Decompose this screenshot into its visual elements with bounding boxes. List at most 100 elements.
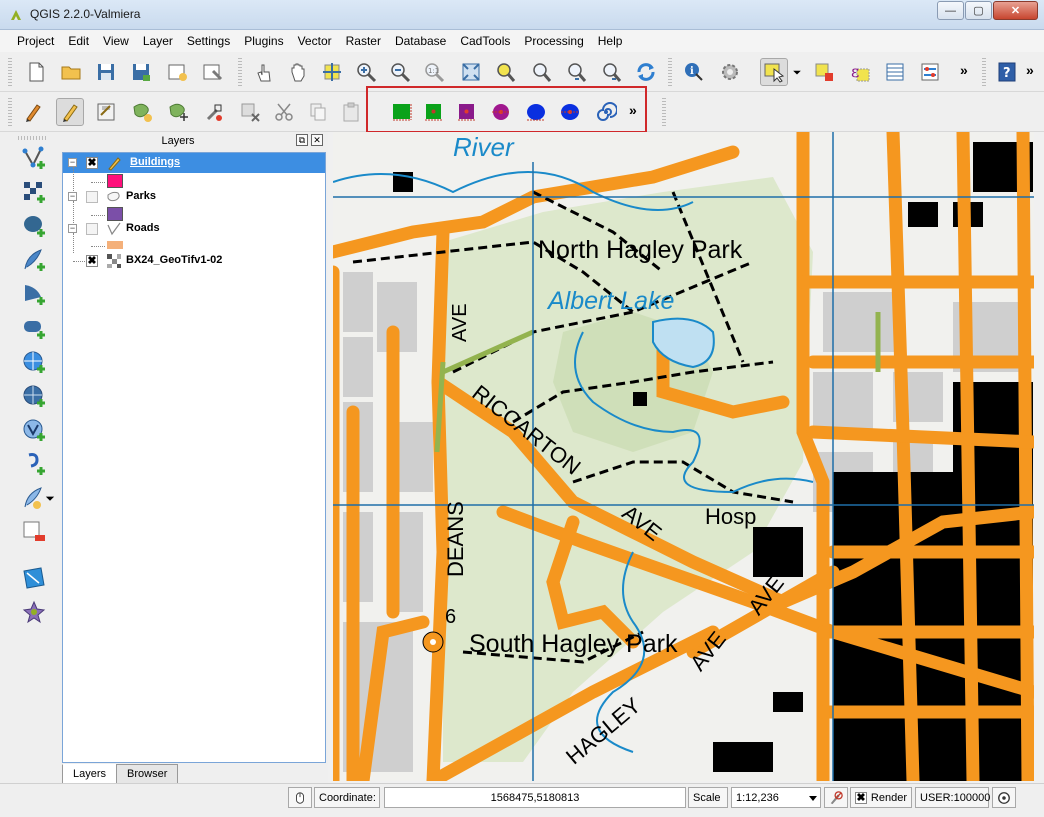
toolbar-grip[interactable] <box>18 136 46 140</box>
menu-help[interactable]: Help <box>591 30 630 52</box>
toolbar-grip[interactable] <box>668 58 672 86</box>
close-button[interactable]: ✕ <box>993 1 1038 20</box>
toggle-editing-button[interactable] <box>56 98 84 126</box>
deselect-all-button[interactable] <box>810 58 838 86</box>
toggle-extents-button[interactable] <box>288 787 312 808</box>
toolbar-grip[interactable] <box>662 98 666 126</box>
toolbar-grip[interactable] <box>8 58 12 86</box>
layer-visibility-checkbox[interactable]: ✖ <box>86 255 98 267</box>
zoom-in-button[interactable] <box>352 58 380 86</box>
composer-manager-button[interactable] <box>198 58 226 86</box>
select-features-button[interactable] <box>760 58 788 86</box>
toolbar-grip[interactable] <box>982 58 986 86</box>
zoom-last-button[interactable] <box>562 58 590 86</box>
run-feature-action-button[interactable] <box>716 58 744 86</box>
menu-raster[interactable]: Raster <box>339 30 388 52</box>
layer-name[interactable]: Parks <box>126 190 156 202</box>
open-project-button[interactable] <box>57 58 85 86</box>
layer-row-roads[interactable]: − Roads <box>63 219 325 239</box>
layer-visibility-checkbox[interactable] <box>86 223 98 235</box>
toolbar-overflow-button-2[interactable]: » <box>1026 62 1034 78</box>
add-wcs-layer-button[interactable] <box>20 382 48 410</box>
menu-layer[interactable]: Layer <box>136 30 180 52</box>
tab-browser[interactable]: Browser <box>116 764 179 784</box>
identify-features-button[interactable]: i <box>680 58 708 86</box>
coordinate-field[interactable]: 1568475,5180813 <box>384 787 686 808</box>
close-panel-button[interactable]: ✕ <box>311 134 323 146</box>
cut-features-button[interactable] <box>270 98 298 126</box>
scale-combobox[interactable]: 1:12,236 <box>731 787 821 808</box>
zoom-to-selection-button[interactable] <box>491 58 519 86</box>
copy-features-button[interactable] <box>304 98 332 126</box>
menu-edit[interactable]: Edit <box>61 30 96 52</box>
zoom-out-button[interactable] <box>386 58 414 86</box>
new-print-composer-button[interactable] <box>163 58 191 86</box>
current-edits-button[interactable] <box>20 98 48 126</box>
add-feature-button[interactable] <box>128 98 156 126</box>
render-checkbox[interactable]: ✖ <box>855 791 867 804</box>
add-delimited-text-layer-button[interactable] <box>20 450 48 478</box>
refresh-button[interactable] <box>632 58 660 86</box>
float-panel-button[interactable]: ⧉ <box>296 134 308 146</box>
add-spatialite-layer-button[interactable] <box>20 246 48 274</box>
maximize-button[interactable]: ▢ <box>965 1 992 20</box>
open-attribute-table-button[interactable] <box>881 58 909 86</box>
add-vector-layer-button[interactable] <box>20 144 48 172</box>
menu-processing[interactable]: Processing <box>517 30 590 52</box>
stop-render-button[interactable] <box>824 787 848 808</box>
map-canvas[interactable]: River North Hagley Park Albert Lake AVE … <box>333 132 1034 781</box>
toolbar-grip[interactable] <box>238 58 242 86</box>
zoom-next-button[interactable] <box>597 58 625 86</box>
layer-name[interactable]: BX24_GeoTifv1-02 <box>126 254 222 266</box>
layer-style-swatch[interactable] <box>107 174 123 188</box>
save-layer-edits-button[interactable] <box>92 98 120 126</box>
paste-features-button[interactable] <box>337 98 365 126</box>
zoom-full-button[interactable] <box>457 58 485 86</box>
menu-project[interactable]: Project <box>10 30 61 52</box>
minimize-button[interactable]: — <box>937 1 964 20</box>
add-raster-layer-button[interactable] <box>20 178 48 206</box>
remove-layer-button[interactable] <box>20 518 48 546</box>
node-tool-button[interactable] <box>200 98 228 126</box>
menu-settings[interactable]: Settings <box>180 30 237 52</box>
menu-plugins[interactable]: Plugins <box>237 30 290 52</box>
touch-zoom-button[interactable] <box>250 58 278 86</box>
select-by-expression-button[interactable]: ε <box>846 58 874 86</box>
layer-name[interactable]: Buildings <box>130 156 180 168</box>
menu-view[interactable]: View <box>96 30 136 52</box>
layer-row-parks[interactable]: − Parks <box>63 187 325 207</box>
pan-map-button[interactable] <box>284 58 312 86</box>
layer-visibility-checkbox[interactable] <box>86 191 98 203</box>
select-dropdown-button[interactable] <box>790 58 804 86</box>
tab-layers[interactable]: Layers <box>62 764 118 784</box>
new-project-button[interactable] <box>22 58 50 86</box>
move-feature-button[interactable] <box>164 98 192 126</box>
new-layer-dropdown-button[interactable] <box>44 484 56 512</box>
measure-button[interactable] <box>916 58 944 86</box>
add-oracle-layer-button[interactable] <box>20 314 48 342</box>
pan-to-selection-button[interactable] <box>318 58 346 86</box>
log-messages-button[interactable] <box>992 787 1016 808</box>
crs-status-button[interactable]: USER:100000 <box>915 787 990 808</box>
layer-row-raster[interactable]: ✖ BX24_GeoTifv1-02 <box>63 251 325 271</box>
layer-row-buildings[interactable]: − ✖ Buildings <box>63 153 325 173</box>
menu-database[interactable]: Database <box>388 30 453 52</box>
help-button[interactable]: ? <box>993 58 1021 86</box>
add-postgis-layer-button[interactable] <box>20 212 48 240</box>
georeferencer-button[interactable] <box>20 564 48 592</box>
layer-visibility-checkbox[interactable]: ✖ <box>86 157 98 169</box>
add-wfs-layer-button[interactable] <box>20 416 48 444</box>
toolbar-overflow-button[interactable]: » <box>960 62 968 78</box>
zoom-actual-size-button[interactable]: 1:1 <box>420 58 448 86</box>
collapse-toggle[interactable]: − <box>68 192 77 201</box>
menu-vector[interactable]: Vector <box>291 30 339 52</box>
plugin-button[interactable] <box>20 598 48 626</box>
layer-name[interactable]: Roads <box>126 222 160 234</box>
collapse-toggle[interactable]: − <box>68 158 77 167</box>
layer-style-swatch[interactable] <box>107 241 123 249</box>
collapse-toggle[interactable]: − <box>68 224 77 233</box>
save-project-button[interactable] <box>92 58 120 86</box>
add-mssql-layer-button[interactable] <box>20 280 48 308</box>
render-toggle[interactable]: ✖ Render <box>850 787 912 808</box>
delete-selected-button[interactable] <box>236 98 264 126</box>
